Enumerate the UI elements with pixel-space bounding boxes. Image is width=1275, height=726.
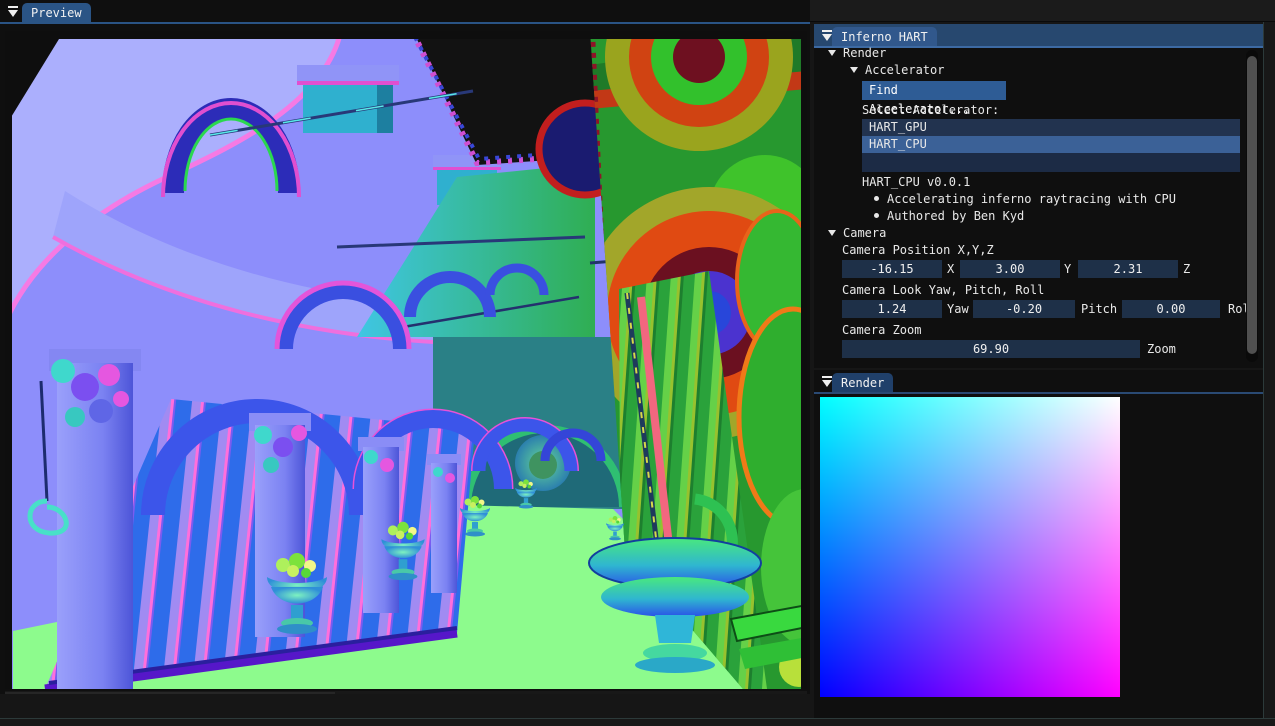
camera-zoom-label: Camera Zoom — [842, 323, 921, 337]
camera-yaw-field[interactable]: 1.24 — [842, 300, 942, 318]
preview-horizontal-scrollbar[interactable] — [5, 691, 807, 694]
window-menu-icon — [8, 6, 18, 8]
list-item-hart-cpu[interactable]: HART_CPU — [862, 136, 1240, 153]
camera-pos-y-field[interactable]: 3.00 — [960, 260, 1060, 278]
list-item-hart-gpu[interactable]: HART_GPU — [862, 119, 1240, 136]
tree-open-arrow-icon — [850, 67, 858, 73]
camera-pos-y-label: Y — [1064, 260, 1071, 278]
tree-open-arrow-icon — [828, 230, 836, 236]
inspector-tab-bar: Inferno HART — [814, 24, 1263, 48]
window-menu-icon — [822, 30, 832, 32]
accelerator-version-label: HART_CPU v0.0.1 — [862, 175, 970, 189]
render-tab-underline — [814, 392, 1263, 394]
select-accelerator-label: Select Accelerator: — [862, 103, 999, 117]
camera-pitch-label: Pitch — [1081, 300, 1117, 318]
inspector-scrollbar-handle[interactable] — [1247, 56, 1257, 354]
app-screen: Menu View Preview — [0, 0, 1275, 726]
preview-tab-bar: Preview — [0, 0, 810, 24]
camera-zoom-field[interactable]: 69.90 — [842, 340, 1140, 358]
camera-pos-x-label: X — [947, 260, 954, 278]
camera-position-label: Camera Position X,Y,Z — [842, 243, 994, 257]
camera-look-label: Camera Look Yaw, Pitch, Roll — [842, 283, 1044, 297]
camera-yaw-label: Yaw — [947, 300, 969, 318]
accelerator-bullet-1: Accelerating inferno raytracing with CPU — [874, 192, 1176, 206]
find-accelerator-button[interactable]: Find Accelerator... — [862, 81, 1006, 100]
tree-node-camera[interactable]: Camera — [828, 226, 886, 240]
render-window: Render — [814, 370, 1263, 718]
camera-zoom-axis-label: Zoom — [1147, 340, 1176, 358]
tab-render[interactable]: Render — [832, 373, 893, 394]
camera-pos-z-field[interactable]: 2.31 — [1078, 260, 1178, 278]
preview-tab-underline — [0, 22, 810, 24]
camera-roll-field[interactable]: 0.00 — [1122, 300, 1220, 318]
bottom-edge-strip — [0, 718, 1275, 726]
right-edge-gutter — [1263, 22, 1275, 726]
tab-inferno-hart[interactable]: Inferno HART — [832, 27, 937, 48]
preview-window-menu-button[interactable] — [6, 5, 20, 19]
render-tab-bar: Render — [814, 370, 1263, 394]
tab-preview[interactable]: Preview — [22, 3, 91, 24]
bullet-icon — [874, 196, 879, 201]
preview-viewport[interactable] — [5, 31, 807, 689]
preview-hscroll-handle[interactable] — [5, 692, 335, 694]
inferno-hart-window: Inferno HART Render Accelerator Find Acc… — [814, 24, 1263, 368]
accelerator-bullet-2: Authored by Ben Kyd — [874, 209, 1024, 223]
camera-pitch-field[interactable]: -0.20 — [973, 300, 1075, 318]
camera-pos-x-field[interactable]: -16.15 — [842, 260, 942, 278]
render-output-uv-gradient-image[interactable] — [820, 397, 1120, 697]
accelerator-listbox: HART_GPU HART_CPU — [862, 119, 1240, 172]
camera-pos-z-label: Z — [1183, 260, 1190, 278]
bullet-icon — [874, 213, 879, 218]
normal-map-render-image — [5, 31, 807, 689]
tree-node-render[interactable]: Render — [828, 46, 886, 60]
tree-open-arrow-icon — [828, 50, 836, 56]
window-menu-icon — [822, 376, 832, 378]
preview-window: Preview — [0, 0, 810, 694]
inspector-scrollbar[interactable] — [1246, 50, 1258, 362]
tree-node-accelerator[interactable]: Accelerator — [850, 63, 944, 77]
